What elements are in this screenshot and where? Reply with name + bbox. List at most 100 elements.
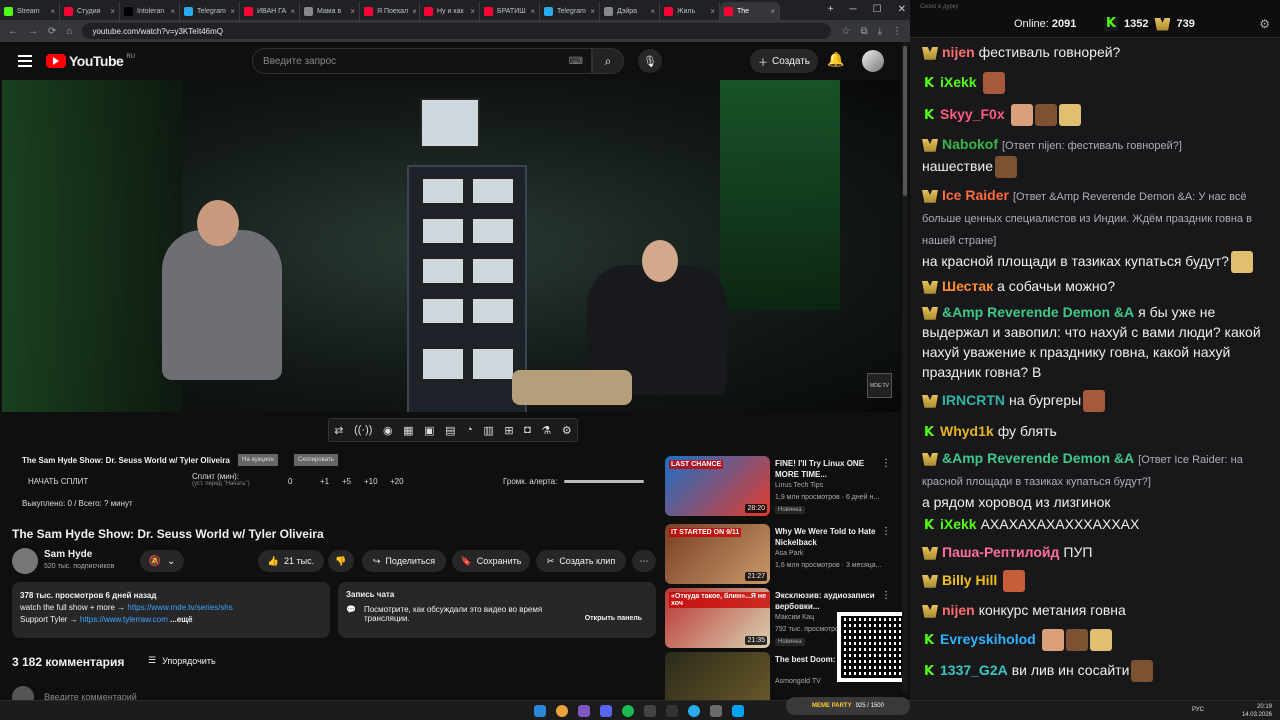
close-tab-icon[interactable]: × <box>110 7 115 16</box>
chat-username[interactable]: Whyd1k <box>940 423 994 439</box>
add-1-button[interactable]: +1 <box>320 477 329 486</box>
split-value-input[interactable]: 0 <box>288 477 292 486</box>
chat-username[interactable]: Skyy_F0x <box>940 106 1005 122</box>
notifications-bell-icon[interactable]: 🔔 <box>827 51 844 68</box>
screenshot-icon[interactable]: ◘ <box>524 424 531 436</box>
close-tab-icon[interactable]: × <box>770 7 775 16</box>
create-button[interactable]: ＋ Создать <box>750 49 818 73</box>
scroll-thumb[interactable] <box>903 46 907 196</box>
user-avatar[interactable] <box>862 50 884 72</box>
browser-tab[interactable]: ИВАН ГА × <box>240 2 300 20</box>
close-window-button[interactable]: ✕ <box>898 4 906 15</box>
app-icon[interactable] <box>732 705 744 717</box>
download-icon[interactable]: ⤓ <box>878 26 882 37</box>
browser-tab[interactable]: Студия × <box>60 2 120 20</box>
keyboard-language[interactable]: РУС <box>1192 707 1204 713</box>
filmstrip-icon[interactable]: ▥ <box>483 424 493 437</box>
channel-name[interactable]: Sam Hyde <box>44 549 92 560</box>
chat-username[interactable]: Паша-Рептилойд <box>942 544 1059 560</box>
close-tab-icon[interactable]: × <box>230 7 235 16</box>
browser-tab[interactable]: Жиль × <box>660 2 720 20</box>
rec-channel[interactable]: Максим Кац <box>775 614 814 621</box>
add-10-button[interactable]: +10 <box>364 477 378 486</box>
close-tab-icon[interactable]: × <box>650 7 655 16</box>
obs-icon[interactable] <box>666 705 678 717</box>
video-thumbnail[interactable]: LAST CHANCE 28:20 <box>665 456 770 516</box>
back-icon[interactable]: ← <box>8 26 18 37</box>
close-tab-icon[interactable]: × <box>590 7 595 16</box>
more-vert-icon[interactable]: ⋮ <box>881 590 891 601</box>
channel-avatar[interactable] <box>12 548 38 574</box>
extensions-icon[interactable]: ⧉ <box>860 26 867 37</box>
browser-tab[interactable]: Intoleran × <box>120 2 180 20</box>
hamburger-menu-icon[interactable] <box>18 55 32 67</box>
browser-tab[interactable]: Я Поехал × <box>360 2 420 20</box>
maximize-button[interactable]: ☐ <box>873 4 882 15</box>
rec-title[interactable]: Эксклюзив: аудиозаписи вербовки... <box>775 590 890 612</box>
more-actions-button[interactable]: ⋯ <box>632 550 656 572</box>
start-menu-icon[interactable] <box>534 705 546 717</box>
show-more-link[interactable]: ...ещё <box>170 615 192 624</box>
close-tab-icon[interactable]: × <box>50 7 55 16</box>
browser-tab[interactable]: Мама в × <box>300 2 360 20</box>
discord-icon[interactable] <box>600 705 612 717</box>
recommended-video[interactable]: IT STARTED ON 9/11 21:27 Why We Were Told … <box>665 524 905 586</box>
url-field[interactable]: youtube.com/watch?v=y3KTeIt46mQ <box>82 23 832 39</box>
browser-tab[interactable]: БРАТИШ × <box>480 2 540 20</box>
page-scrollbar[interactable] <box>902 42 908 692</box>
clock[interactable]: 20:19 14.03.2026 <box>1242 703 1272 719</box>
settings-gear-icon[interactable]: ⚙ <box>562 424 572 437</box>
menu-kebab-icon[interactable]: ⋮ <box>892 26 902 37</box>
browser-tab[interactable]: Telegram × <box>180 2 240 20</box>
rec-channel[interactable]: Linus Tech Tips <box>775 482 823 489</box>
chat-username[interactable]: Ice Raider <box>942 187 1009 203</box>
browser-tab[interactable]: Telegram × <box>540 2 600 20</box>
close-tab-icon[interactable]: × <box>290 7 295 16</box>
close-tab-icon[interactable]: × <box>470 7 475 16</box>
speed-icon[interactable]: ◔ <box>466 424 473 436</box>
add-20-button[interactable]: +20 <box>390 477 404 486</box>
search-button[interactable]: ⌕ <box>592 48 624 74</box>
browser-tab[interactable]: Дэйра × <box>600 2 660 20</box>
more-vert-icon[interactable]: ⋮ <box>881 458 891 469</box>
voice-search-button[interactable]: 🎙 <box>638 49 662 73</box>
desc-link[interactable]: https://www.mde.tv/series/shs <box>127 603 232 612</box>
chat-username[interactable]: Billy Hill <box>942 572 997 588</box>
video-player[interactable]: MDE.TV <box>2 80 900 412</box>
calendar-icon[interactable]: ▦ <box>403 424 413 437</box>
close-tab-icon[interactable]: × <box>350 7 355 16</box>
bookmark-star-icon[interactable]: ☆ <box>841 26 850 37</box>
telegram-icon[interactable] <box>688 705 700 717</box>
dislike-button[interactable]: 👎 <box>328 550 354 572</box>
folder-icon[interactable] <box>710 705 722 717</box>
rec-title[interactable]: Why We Were Told to Hate Nickelback <box>775 526 890 548</box>
spotify-icon[interactable] <box>622 705 634 717</box>
keyboard-icon[interactable]: ⌨ <box>569 56 583 67</box>
recommended-video[interactable]: LAST CHANCE 28:20 FINE! I'll Try Linux ONE… <box>665 456 905 518</box>
chat-username[interactable]: Шестак <box>942 278 993 294</box>
like-button[interactable]: 👍 21 тыс. <box>258 550 324 572</box>
app-icon[interactable] <box>578 705 590 717</box>
chat-username[interactable]: Evreyskiholod <box>940 631 1036 647</box>
reload-icon[interactable]: ⟳ <box>48 26 56 37</box>
rec-channel[interactable]: Asa Park <box>775 550 803 557</box>
theater-icon[interactable]: ▤ <box>445 424 455 437</box>
chat-username[interactable]: Nabokof <box>942 136 998 152</box>
home-icon[interactable]: ⌂ <box>66 26 72 37</box>
loop-icon[interactable]: ⇄ <box>334 424 343 437</box>
camera-icon[interactable]: ◉ <box>383 424 393 437</box>
clip-button[interactable]: ✂ Создать клип <box>536 550 626 572</box>
chat-username[interactable]: nijen <box>942 44 975 60</box>
close-tab-icon[interactable]: × <box>710 7 715 16</box>
rec-title[interactable]: FINE! I'll Try Linux ONE MORE TIME... <box>775 458 890 480</box>
sort-comments-button[interactable]: ☰ Упорядочить <box>148 655 216 666</box>
close-tab-icon[interactable]: × <box>530 7 535 16</box>
chat-settings-icon[interactable]: ⚙ <box>1259 17 1270 31</box>
chat-username[interactable]: iXekk <box>940 74 977 90</box>
chat-username[interactable]: &Amp Reverende Demon &A <box>942 304 1134 320</box>
share-button[interactable]: ↪ Поделиться <box>362 550 446 572</box>
chat-username[interactable]: iXekk <box>940 516 977 532</box>
forward-icon[interactable]: → <box>28 26 38 37</box>
pip-icon[interactable]: ▣ <box>424 424 434 437</box>
more-vert-icon[interactable]: ⋮ <box>881 526 891 537</box>
